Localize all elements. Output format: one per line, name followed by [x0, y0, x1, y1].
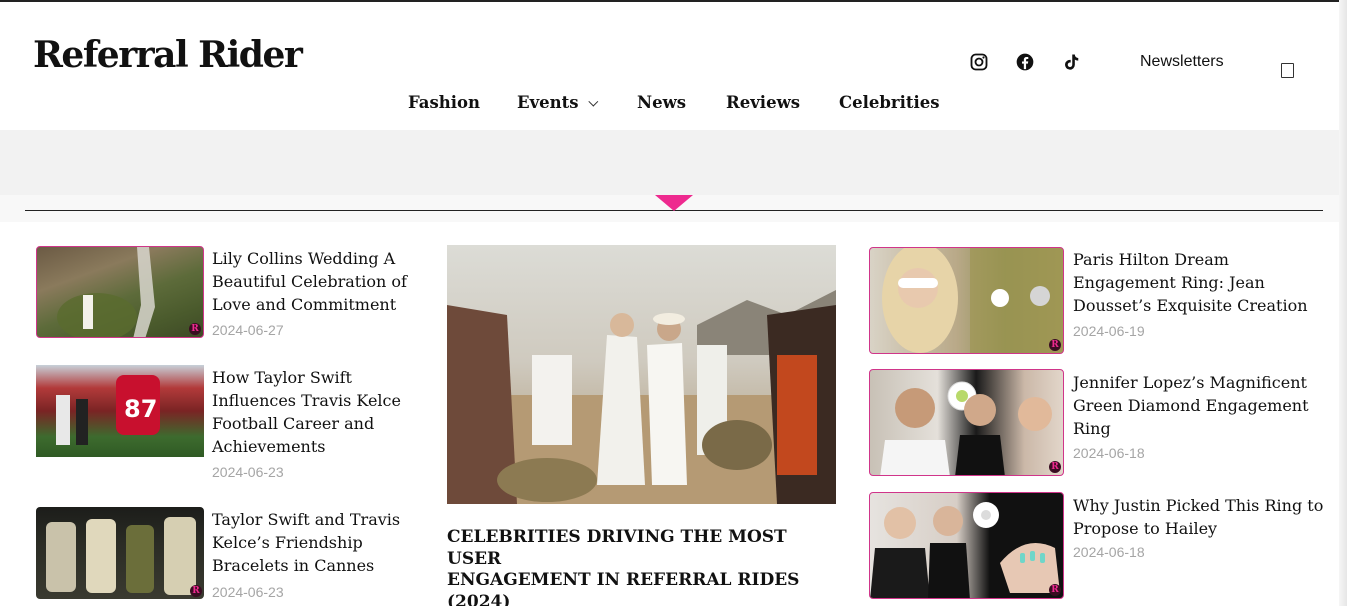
nav-item-label: Events — [517, 93, 579, 112]
article-title[interactable]: Why Justin Picked This Ring to Propose t… — [1073, 494, 1335, 540]
menu-toggle-icon[interactable] — [1281, 63, 1294, 78]
nav-item-label: Celebrities — [839, 93, 940, 112]
nav-item-news[interactable]: News — [637, 93, 686, 112]
article-thumbnail[interactable]: R — [869, 247, 1064, 354]
article-date: 2024-06-27 — [212, 322, 284, 338]
scrollbar-track[interactable] — [1339, 0, 1347, 606]
article-title[interactable]: Taylor Swift and Travis Kelce’s Friendsh… — [212, 508, 412, 577]
title-line: Green Diamond Engagement — [1073, 396, 1309, 415]
brand-badge-icon: R — [1049, 461, 1061, 473]
article-title[interactable]: Jennifer Lopez’s Magnificent Green Diamo… — [1073, 371, 1333, 440]
svg-text:87: 87 — [124, 395, 157, 423]
feature-article-title[interactable]: CELEBRITIES DRIVING THE MOST USER ENGAGE… — [447, 527, 842, 606]
brand-badge-icon: R — [1049, 339, 1061, 351]
ad-banner-area — [0, 130, 1339, 195]
title-line: (2024) — [447, 591, 511, 606]
main-nav: Fashion Events News Reviews Celebrities — [0, 93, 1339, 117]
article-title[interactable]: Lily Collins Wedding A Beautiful Celebra… — [212, 247, 412, 316]
instagram-icon[interactable] — [968, 51, 990, 73]
brand-badge-icon: R — [189, 323, 201, 335]
title-line: Influences Travis Kelce — [212, 391, 401, 410]
title-line: Ring — [1073, 419, 1111, 438]
nav-item-label: Fashion — [408, 93, 481, 112]
nav-item-fashion[interactable]: Fashion — [408, 93, 480, 112]
feature-article-image[interactable] — [447, 245, 836, 504]
article-title[interactable]: Paris Hilton Dream Engagement Ring: Jean… — [1073, 248, 1333, 317]
title-line: How Taylor Swift — [212, 368, 352, 387]
nav-item-celebrities[interactable]: Celebrities — [839, 93, 940, 112]
newsletters-link[interactable]: Newsletters — [1140, 53, 1224, 71]
article-date: 2024-06-18 — [1073, 445, 1145, 461]
title-line: Bracelets in Cannes — [212, 556, 375, 575]
nav-item-reviews[interactable]: Reviews — [726, 93, 800, 112]
title-line: ENGAGEMENT IN REFERRAL RIDES — [447, 570, 800, 590]
title-line: Propose to Hailey — [1073, 519, 1218, 538]
title-line: Paris Hilton Dream — [1073, 250, 1229, 269]
title-line: Love and Commitment — [212, 295, 397, 314]
title-line: Beautiful Celebration of — [212, 272, 407, 291]
article-thumbnail[interactable]: R — [36, 246, 204, 338]
title-line: Why Justin Picked This Ring to — [1073, 496, 1324, 515]
article-title[interactable]: How Taylor Swift Influences Travis Kelce… — [212, 366, 412, 458]
article-date: 2024-06-23 — [212, 584, 284, 600]
title-line: Taylor Swift and Travis — [212, 510, 401, 529]
title-line: CELEBRITIES DRIVING THE MOST USER — [447, 527, 787, 569]
article-thumbnail[interactable]: 87 — [36, 365, 204, 457]
chevron-down-icon — [587, 96, 598, 107]
site-logo[interactable]: Referral Rider — [33, 34, 303, 76]
tiktok-icon[interactable] — [1060, 51, 1082, 73]
nav-item-events[interactable]: Events — [517, 93, 598, 112]
nav-item-label: News — [637, 93, 687, 112]
nav-item-label: Reviews — [726, 93, 801, 112]
title-line: Kelce’s Friendship — [212, 533, 363, 552]
title-line: Achievements — [212, 437, 326, 456]
title-line: Engagement Ring: Jean — [1073, 273, 1265, 292]
article-thumbnail[interactable]: R — [36, 507, 204, 599]
section-pointer-icon — [655, 195, 693, 211]
article-thumbnail[interactable]: R — [869, 492, 1064, 599]
article-date: 2024-06-23 — [212, 464, 284, 480]
title-line: Dousset’s Exquisite Creation — [1073, 296, 1308, 315]
brand-badge-icon: R — [190, 585, 202, 597]
brand-badge-icon: R — [1049, 584, 1061, 596]
article-thumbnail[interactable]: R — [869, 369, 1064, 476]
title-line: Lily Collins Wedding A — [212, 249, 396, 268]
title-line: Football Career and — [212, 414, 375, 433]
facebook-icon[interactable] — [1014, 51, 1036, 73]
title-line: Jennifer Lopez’s Magnificent — [1073, 373, 1307, 392]
article-date: 2024-06-18 — [1073, 544, 1145, 560]
article-date: 2024-06-19 — [1073, 323, 1145, 339]
